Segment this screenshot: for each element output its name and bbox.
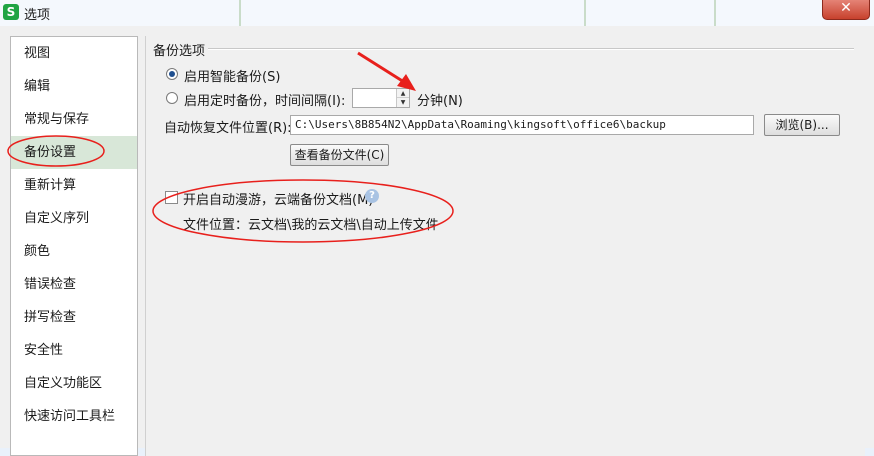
group-title: 备份选项 — [153, 44, 206, 59]
window-title: 选项 — [24, 8, 51, 23]
smart-backup-radio[interactable] — [166, 68, 178, 80]
chevron-down-icon[interactable]: ▼ — [397, 98, 409, 107]
sidebar-item-label: 视图 — [24, 46, 51, 61]
smart-backup-label[interactable]: 启用智能备份(S) — [184, 66, 280, 85]
sidebar-item-label: 拼写检查 — [24, 310, 77, 325]
sidebar-item-custom-lists[interactable]: 自定义序列 — [11, 202, 137, 235]
timed-backup-radio[interactable] — [166, 92, 178, 104]
sidebar-item-general-save[interactable]: 常规与保存 — [11, 103, 137, 136]
options-dialog: 视图 编辑 常规与保存 备份设置 重新计算 自定义序列 颜色 错误检查 拼写检查… — [0, 26, 874, 456]
autorecover-path-input[interactable]: C:\Users\8B854N2\AppData\Roaming\kingsof… — [290, 115, 754, 135]
view-backup-files-button[interactable]: 查看备份文件(C) — [290, 144, 389, 166]
chevron-up-icon[interactable]: ▲ — [397, 89, 409, 98]
close-icon: ✕ — [840, 0, 852, 16]
sidebar-item-security[interactable]: 安全性 — [11, 334, 137, 367]
sidebar-item-label: 自定义序列 — [24, 211, 90, 226]
sidebar-item-label: 快速访问工具栏 — [24, 409, 116, 424]
cloud-file-location-label: 文件位置：云文档\我的云文档\自动上传文件 — [183, 218, 439, 233]
browse-button[interactable]: 浏览(B)... — [764, 114, 840, 136]
backup-settings-panel: 备份选项 启用智能备份(S) 启用定时备份，时间间隔(I): ▲ ▼ 分钟(N)… — [145, 36, 865, 456]
help-icon[interactable]: ? — [365, 189, 379, 203]
sidebar-item-recalculate[interactable]: 重新计算 — [11, 169, 137, 202]
minutes-label: 分钟(N) — [417, 94, 463, 109]
autorecover-path-label: 自动恢复文件位置(R): — [164, 121, 292, 136]
sidebar-item-backup-settings[interactable]: 备份设置 — [11, 136, 137, 169]
title-bar: S 选项 ✕ — [0, 0, 874, 26]
sidebar-item-custom-ribbon[interactable]: 自定义功能区 — [11, 367, 137, 400]
auto-roaming-label[interactable]: 开启自动漫游，云端备份文档(M) — [183, 189, 373, 208]
interval-stepper[interactable]: ▲ ▼ — [352, 88, 410, 108]
close-button[interactable]: ✕ — [822, 0, 870, 20]
sidebar-item-color[interactable]: 颜色 — [11, 235, 137, 268]
interval-stepper-buttons: ▲ ▼ — [396, 89, 409, 107]
sidebar-item-label: 重新计算 — [24, 178, 77, 193]
sidebar-item-label: 常规与保存 — [24, 112, 90, 127]
sidebar-item-label: 颜色 — [24, 244, 51, 259]
sidebar-item-label: 自定义功能区 — [24, 376, 103, 391]
sidebar-item-label: 安全性 — [24, 343, 64, 358]
wps-app-icon: S — [3, 4, 19, 20]
auto-roaming-checkbox[interactable] — [165, 191, 178, 204]
background-window-lines — [239, 0, 716, 26]
timed-backup-label[interactable]: 启用定时备份，时间间隔(I): — [184, 90, 345, 109]
sidebar-item-spell-check[interactable]: 拼写检查 — [11, 301, 137, 334]
sidebar-item-quick-access-toolbar[interactable]: 快速访问工具栏 — [11, 400, 137, 433]
group-divider — [208, 48, 854, 50]
options-sidebar: 视图 编辑 常规与保存 备份设置 重新计算 自定义序列 颜色 错误检查 拼写检查… — [10, 36, 138, 456]
sidebar-item-edit[interactable]: 编辑 — [11, 70, 137, 103]
sidebar-item-view[interactable]: 视图 — [11, 37, 137, 70]
sidebar-item-error-checking[interactable]: 错误检查 — [11, 268, 137, 301]
sidebar-item-label: 备份设置 — [24, 145, 77, 160]
sidebar-item-label: 编辑 — [24, 79, 51, 94]
sidebar-item-label: 错误检查 — [24, 277, 77, 292]
